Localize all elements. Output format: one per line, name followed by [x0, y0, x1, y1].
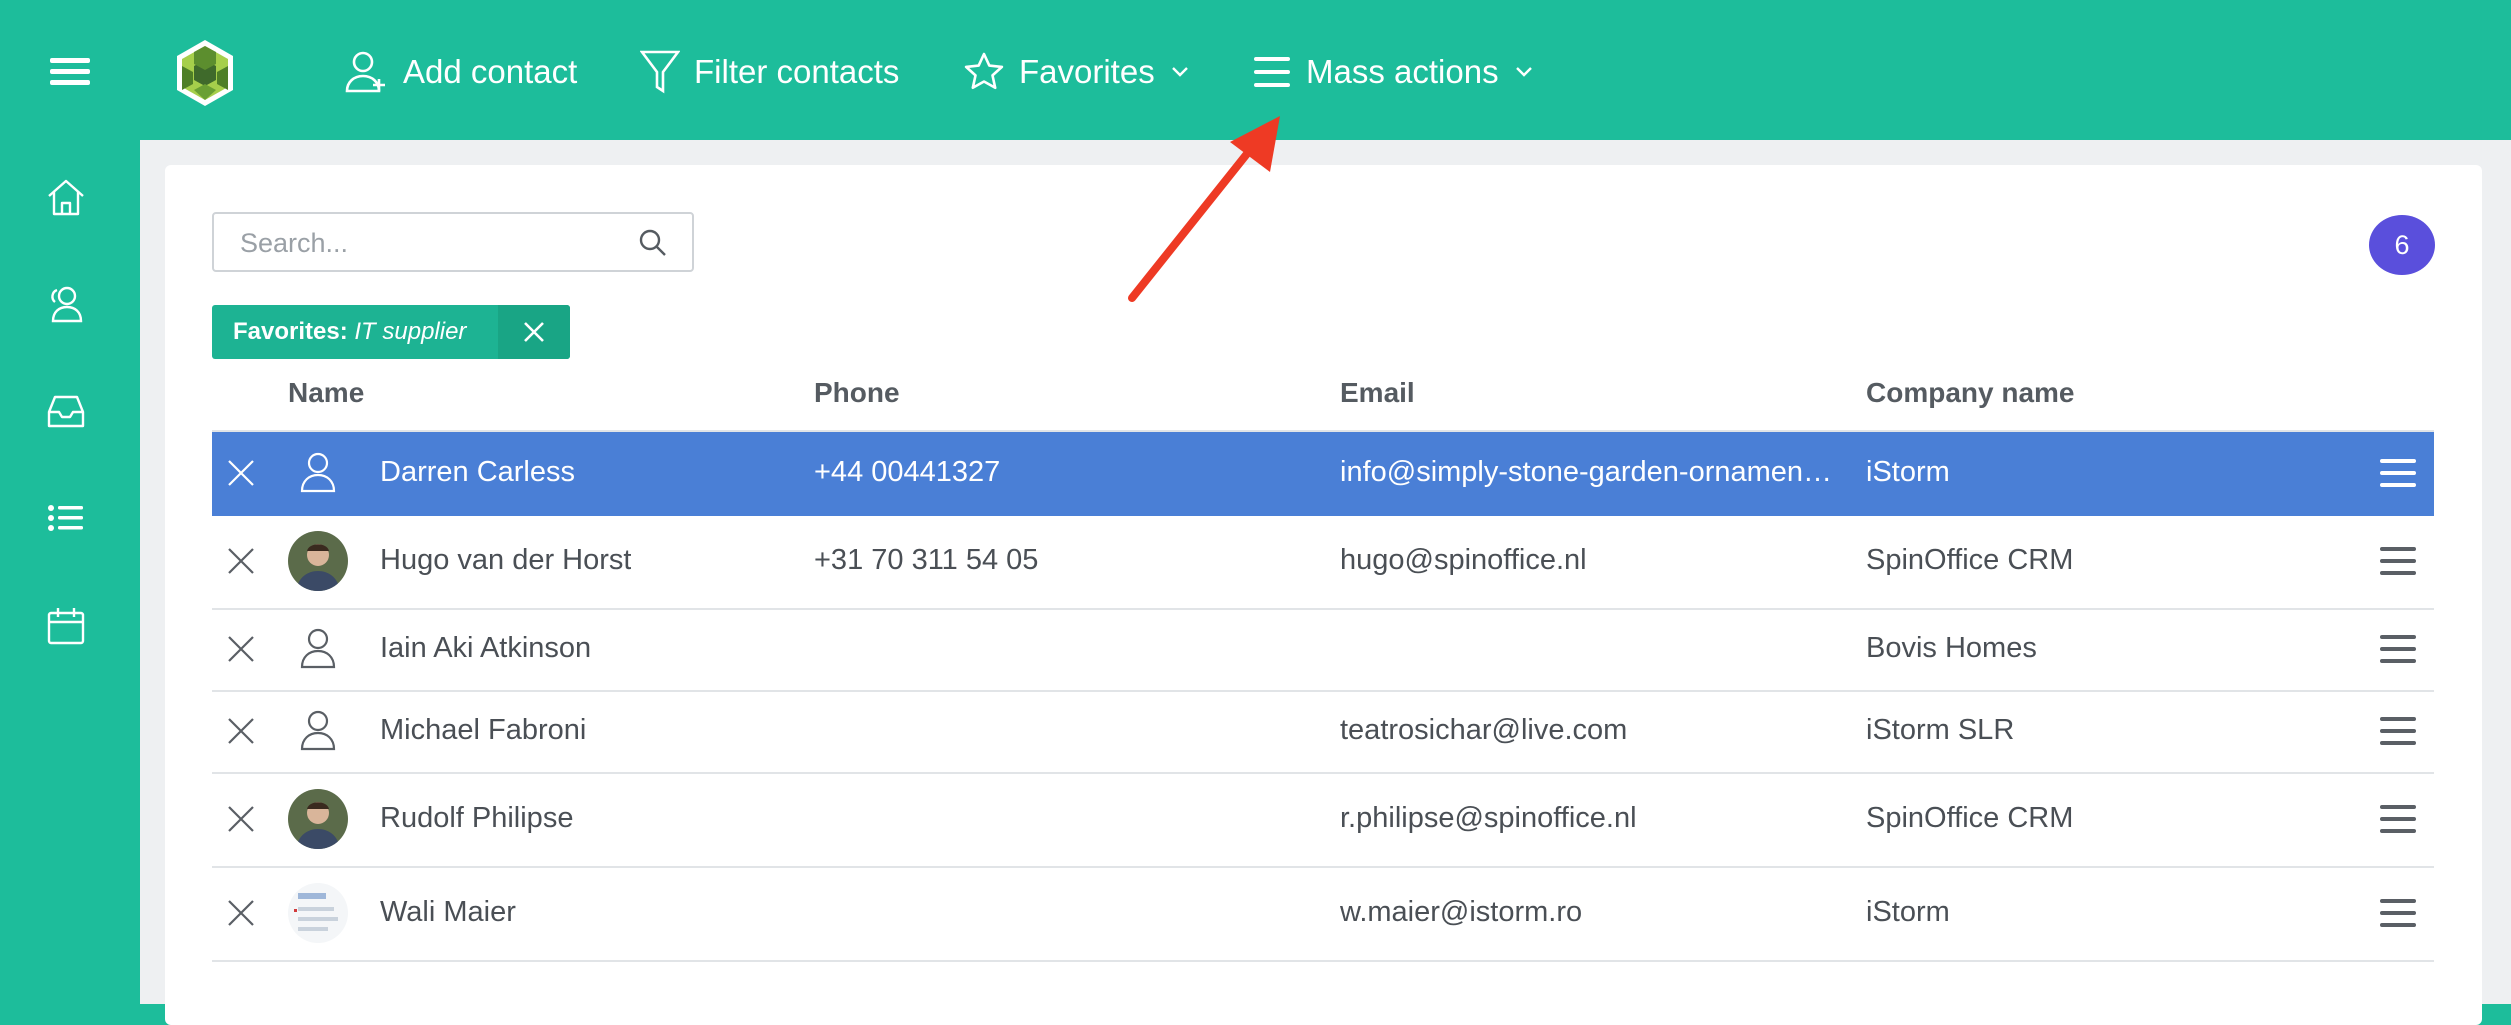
row-actions-menu-icon[interactable] — [2380, 717, 2416, 745]
row-actions-menu-icon[interactable] — [2380, 459, 2416, 487]
cell-email: teatrosichar@live.com — [1340, 714, 1628, 746]
mass-actions-dropdown[interactable]: Mass actions — [1252, 40, 1533, 104]
add-user-icon — [345, 51, 385, 93]
avatar-photo-image — [288, 531, 348, 591]
app-logo[interactable] — [170, 38, 240, 108]
row-actions-menu-icon[interactable] — [2380, 547, 2416, 575]
avatar-placeholder — [288, 701, 348, 761]
cell-name: Hugo van der Horst — [380, 544, 632, 576]
cell-email: hugo@spinoffice.nl — [1340, 544, 1587, 576]
add-contact-button[interactable]: Add contact — [345, 40, 577, 104]
remove-row-close-icon[interactable] — [226, 458, 256, 488]
contacts-icon[interactable] — [45, 283, 87, 325]
cell-phone: +44 00441327 — [814, 456, 1001, 488]
cell-name: Rudolf Philipse — [380, 802, 574, 834]
cell-company: SpinOffice CRM — [1866, 544, 2074, 576]
row-actions-menu-icon[interactable] — [2380, 635, 2416, 663]
remove-row-close-icon[interactable] — [226, 716, 256, 746]
search-icon[interactable] — [638, 228, 668, 258]
cell-email: info@simply-stone-garden-ornaments.co.uk — [1340, 456, 1840, 488]
table-row[interactable]: Hugo van der Horst +31 70 311 54 05 hugo@s… — [212, 514, 2434, 610]
column-header-company[interactable]: Company name — [1866, 377, 2075, 409]
filter-contacts-button[interactable]: Filter contacts — [640, 40, 899, 104]
user-icon — [300, 710, 336, 751]
column-header-phone[interactable]: Phone — [814, 377, 900, 409]
cell-phone: +31 70 311 54 05 — [814, 544, 1039, 576]
table-header: Name Phone Email Company name — [212, 355, 2434, 433]
favorites-label: Favorites — [1019, 53, 1155, 90]
active-filter-chip: Favorites: IT supplier — [212, 305, 570, 359]
menu-lines-icon — [1254, 57, 1290, 87]
avatar-placeholder — [288, 443, 348, 503]
calendar-icon[interactable] — [45, 605, 87, 647]
remove-row-close-icon[interactable] — [226, 634, 256, 664]
cell-name: Darren Carless — [380, 456, 575, 488]
filter-chip-value: IT supplier — [354, 318, 467, 345]
filter-chip-text: Favorites: IT supplier — [233, 305, 466, 359]
table-row[interactable]: Wali Maier w.maier@istorm.ro iStorm — [212, 866, 2434, 962]
cell-name: Iain Aki Atkinson — [380, 632, 592, 664]
remove-row-close-icon[interactable] — [226, 898, 256, 928]
user-icon — [300, 628, 336, 669]
avatar-screenshot-image — [288, 883, 348, 943]
main-area: Favorites: IT supplier 6 Name Phone Emai… — [140, 140, 2511, 1025]
avatar-photo — [288, 531, 348, 591]
remove-row-close-icon[interactable] — [226, 804, 256, 834]
home-icon[interactable] — [45, 176, 87, 218]
user-icon — [300, 452, 336, 493]
cell-company: iStorm — [1866, 896, 1950, 928]
avatar-screenshot — [288, 883, 348, 943]
filter-chip-label: Favorites: — [233, 318, 348, 345]
cell-email: w.maier@istorm.ro — [1340, 896, 1583, 928]
search-input[interactable] — [238, 214, 622, 272]
cell-company: Bovis Homes — [1866, 632, 2037, 664]
filter-contacts-label: Filter contacts — [694, 53, 900, 90]
table-row[interactable]: Rudolf Philipse r.philipse@spinoffice.nl S… — [212, 772, 2434, 868]
star-icon — [964, 52, 1004, 90]
table-row[interactable]: Michael Fabroni teatrosichar@live.com iSto… — [212, 690, 2434, 774]
main-menu-button[interactable] — [50, 58, 90, 86]
close-icon — [524, 322, 544, 342]
chevron-down-icon — [1515, 67, 1532, 77]
add-contact-label: Add contact — [403, 53, 578, 90]
column-header-name[interactable]: Name — [288, 377, 364, 409]
avatar-placeholder — [288, 619, 348, 679]
cell-company: iStorm — [1866, 456, 1950, 488]
contacts-card: Favorites: IT supplier 6 Name Phone Emai… — [165, 165, 2482, 1025]
top-bar: Add contact Filter contacts Favorites Ma… — [0, 0, 2511, 140]
favorites-dropdown[interactable]: Favorites — [963, 40, 1189, 104]
avatar-photo-image — [288, 789, 348, 849]
cell-name: Michael Fabroni — [380, 714, 587, 746]
table-row[interactable]: Iain Aki Atkinson Bovis Homes — [212, 608, 2434, 692]
list-icon[interactable] — [45, 497, 87, 539]
filter-icon — [640, 50, 680, 94]
column-header-email[interactable]: Email — [1340, 377, 1415, 409]
row-actions-menu-icon[interactable] — [2380, 899, 2416, 927]
row-actions-menu-icon[interactable] — [2380, 805, 2416, 833]
chevron-down-icon — [1171, 67, 1188, 77]
search-box[interactable] — [212, 212, 694, 272]
remove-row-close-icon[interactable] — [226, 546, 256, 576]
cell-name: Wali Maier — [380, 896, 516, 928]
mass-actions-label: Mass actions — [1306, 53, 1499, 90]
table-row[interactable]: Darren Carless +44 00441327 info@simply-st… — [212, 432, 2434, 516]
cell-company: iStorm SLR — [1866, 714, 2015, 746]
inbox-icon[interactable] — [45, 390, 87, 432]
cell-company: SpinOffice CRM — [1866, 802, 2074, 834]
avatar-photo — [288, 789, 348, 849]
remove-filter-button[interactable] — [498, 305, 570, 359]
result-count-badge: 6 — [2369, 215, 2435, 275]
cell-email: r.philipse@spinoffice.nl — [1340, 802, 1637, 834]
sidebar — [0, 140, 140, 1004]
